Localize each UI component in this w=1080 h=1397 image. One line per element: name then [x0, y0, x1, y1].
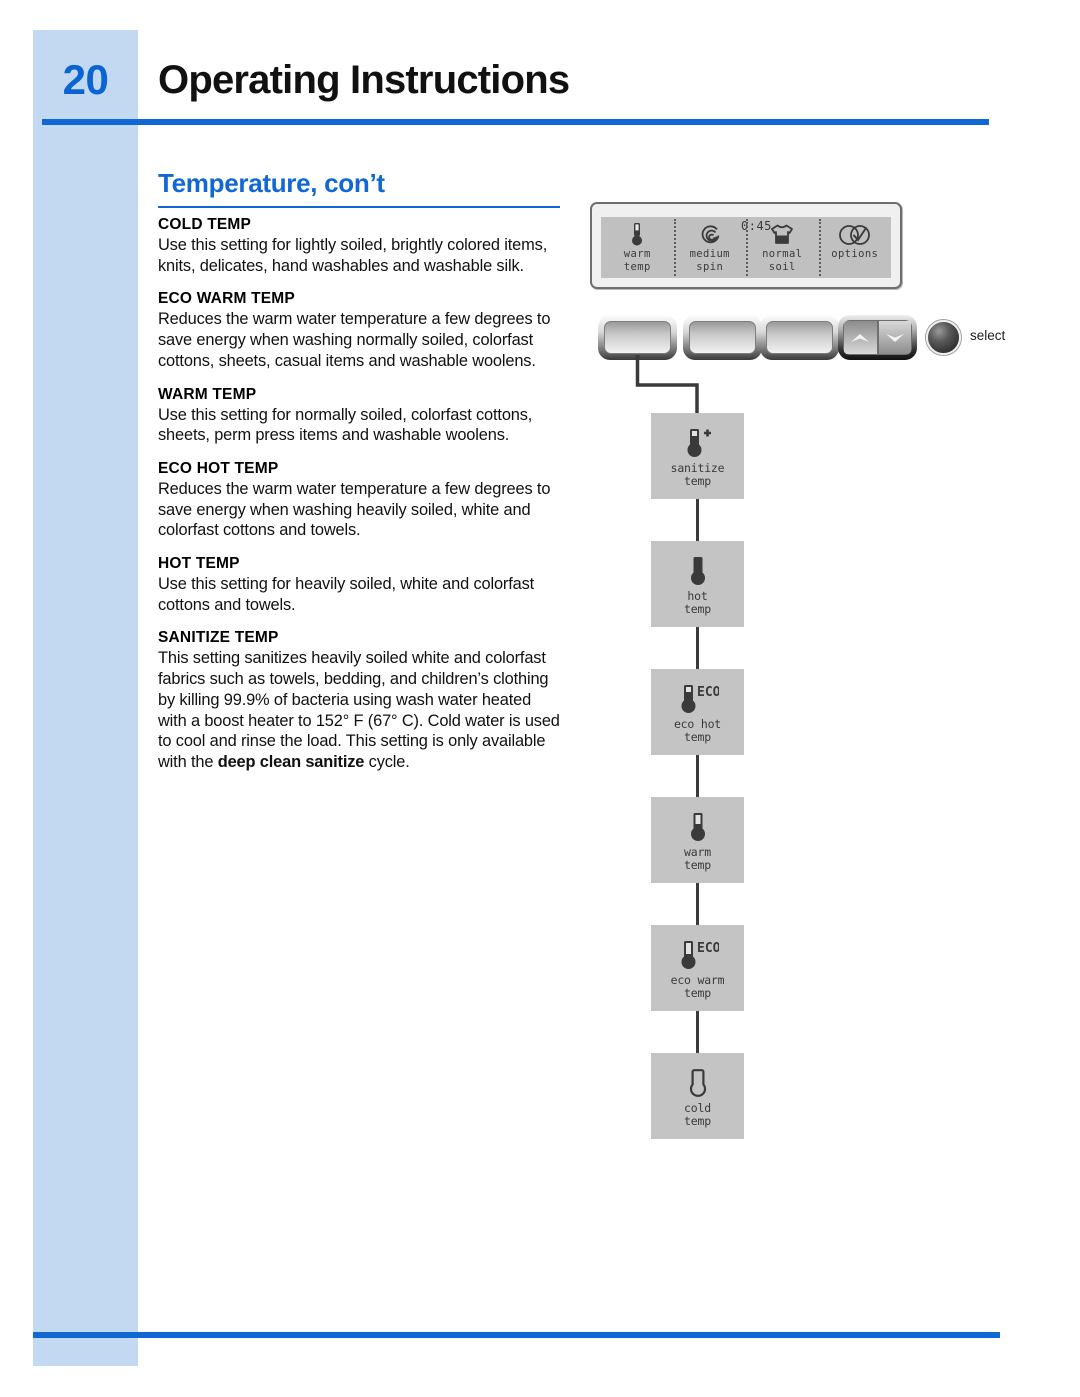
lcd-cell-temperature[interactable]: warm temp	[601, 217, 674, 278]
lcd-label-line2: spin	[696, 260, 724, 273]
spin-button[interactable]	[683, 315, 762, 360]
chevron-down-icon[interactable]	[877, 320, 912, 355]
lcd-label-line1: medium	[689, 248, 730, 260]
lcd-label-line2: soil	[768, 260, 796, 273]
section-body: Use this setting for heavily soiled, whi…	[158, 575, 535, 614]
flow-link	[696, 1011, 699, 1053]
control-panel-illustration: 0:45 warm temp medium spin normal soil o…	[585, 195, 1045, 1175]
section-sanitize-temp: SANITIZE TEMP This setting sanitizes hea…	[158, 629, 563, 772]
section-title: HOT TEMP	[158, 555, 240, 573]
section-title: WARM TEMP	[158, 385, 257, 403]
svg-text:ECO: ECO	[697, 941, 719, 956]
section-body: Use this setting for lightly soiled, bri…	[158, 236, 548, 275]
lcd-label-line2: options	[831, 248, 879, 260]
thermometer-half-icon	[682, 808, 714, 844]
flow-label-line2: temp	[684, 602, 711, 616]
flow-box-eco-hot-temp[interactable]: ECO eco hot temp	[651, 669, 744, 755]
tshirt-soil-icon	[769, 222, 795, 248]
thermometer-icon	[630, 222, 644, 248]
footer-rule	[33, 1332, 1000, 1338]
spiral-spin-icon	[698, 222, 722, 248]
flow-label-line1: sanitize	[670, 460, 725, 475]
select-knob[interactable]	[926, 320, 961, 355]
spin-button-face	[689, 321, 756, 354]
select-knob-label: select	[970, 328, 1006, 343]
flow-link	[696, 627, 699, 669]
lcd-label-line1: warm	[623, 248, 651, 260]
section-cold-temp: COLD TEMP Use this setting for lightly s…	[158, 216, 563, 276]
thermometer-eco-hot-icon: ECO	[677, 680, 719, 716]
temp-button-face	[604, 321, 671, 354]
flow-box-cold-temp[interactable]: cold temp	[651, 1053, 744, 1139]
flow-label-line1: eco warm	[670, 972, 725, 987]
lcd-screen: 0:45 warm temp medium spin normal soil o…	[601, 217, 891, 278]
thermometer-empty-icon	[682, 1064, 714, 1100]
section-title: ECO HOT TEMP	[158, 459, 279, 477]
arrow-button-face	[843, 320, 912, 355]
section-hot-temp: HOT TEMP Use this setting for heavily so…	[158, 555, 563, 615]
flow-label-line1: warm	[684, 844, 711, 859]
lcd-label-line1: normal	[762, 248, 803, 260]
flow-label-line2: temp	[684, 986, 711, 1000]
chevron-up-icon[interactable]	[843, 320, 878, 355]
section-title: COLD TEMP	[158, 216, 252, 233]
soil-button[interactable]	[760, 315, 839, 360]
soil-button-face	[766, 321, 833, 354]
section-body-part2: cycle.	[364, 752, 410, 771]
flow-label-line2: temp	[684, 858, 711, 872]
page-title: Operating Instructions	[158, 58, 570, 102]
lcd-label-line2: temp	[623, 260, 651, 273]
section-title: SANITIZE TEMP	[158, 629, 279, 647]
flow-label-line1: eco hot	[673, 716, 722, 731]
section-title: ECO WARM TEMP	[158, 290, 295, 308]
flow-label-line2: temp	[684, 474, 711, 488]
flow-link	[696, 755, 699, 797]
flow-box-hot-temp[interactable]: hot temp	[651, 541, 744, 627]
thermometer-eco-warm-icon: ECO	[677, 936, 719, 972]
thermometer-full-icon	[682, 552, 714, 588]
section-body-emphasis: deep clean sanitize	[217, 752, 365, 771]
lcd-display-panel: 0:45 warm temp medium spin normal soil o…	[590, 202, 902, 289]
flow-link	[696, 499, 699, 541]
page-number: 20	[62, 56, 109, 103]
section-warm-temp: WARM TEMP Use this setting for normally …	[158, 386, 563, 446]
section-eco-warm-temp: ECO WARM TEMP Reduces the warm water tem…	[158, 290, 563, 371]
lcd-cell-options[interactable]: options	[818, 217, 892, 278]
flow-box-warm-temp[interactable]: warm temp	[651, 797, 744, 883]
lcd-cell-soil[interactable]: normal soil	[746, 217, 819, 278]
instruction-text-column: COLD TEMP Use this setting for lightly s…	[158, 216, 563, 787]
lcd-cell-spin[interactable]: medium spin	[673, 217, 747, 278]
flow-label-line2: temp	[684, 730, 711, 744]
section-heading: Temperature, con’t	[158, 168, 385, 198]
section-heading-rule	[158, 206, 560, 208]
header-rule	[42, 119, 989, 125]
thermometer-plus-icon	[682, 424, 714, 460]
flow-link	[696, 883, 699, 925]
flow-label-line1: hot	[687, 588, 708, 603]
flow-box-eco-warm-temp[interactable]: ECO eco warm temp	[651, 925, 744, 1011]
section-body: Reduces the warm water temperature a few…	[158, 479, 551, 540]
section-body: Use this setting for normally soiled, co…	[158, 405, 533, 445]
section-body: This setting sanitizes heavily soiled wh…	[158, 648, 563, 772]
flow-label-line2: temp	[684, 1114, 711, 1128]
section-eco-hot-temp: ECO HOT TEMP Reduces the warm water temp…	[158, 460, 563, 541]
section-body: Reduces the warm water temperature a few…	[158, 310, 551, 370]
svg-text:ECO: ECO	[697, 685, 719, 700]
options-check-icon	[838, 222, 872, 248]
temp-button[interactable]	[598, 315, 677, 360]
sidebar-color-band	[33, 30, 138, 1366]
flow-box-sanitize-temp[interactable]: sanitize temp	[651, 413, 744, 499]
flow-label-line1: cold	[684, 1100, 711, 1115]
arrow-button[interactable]	[838, 315, 917, 360]
